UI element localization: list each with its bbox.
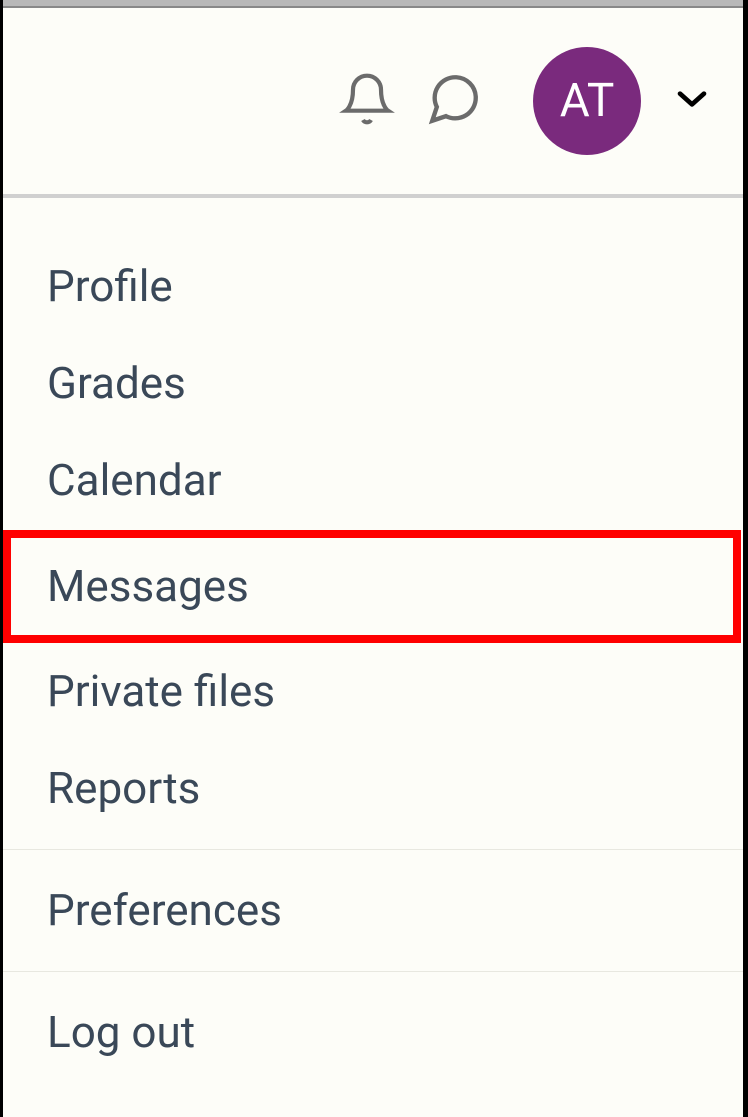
menu-item-private-files[interactable]: Private files [3,643,743,740]
user-avatar[interactable]: AT [533,47,641,155]
messages-button[interactable] [425,70,483,132]
menu-item-label: Calendar [47,454,222,506]
header-bar: AT [3,8,743,198]
menu-item-label: Reports [47,762,200,814]
speech-bubble-icon [425,70,483,132]
menu-item-label: Preferences [47,884,282,936]
menu-divider [3,849,743,850]
menu-divider [3,971,743,972]
bell-icon [339,71,395,131]
menu-item-label: Log out [47,1006,195,1058]
chevron-down-icon [676,94,708,113]
menu-item-label: Private files [47,665,275,717]
menu-item-label: Grades [47,357,186,409]
notifications-button[interactable] [339,71,395,131]
menu-item-label: Profile [47,260,173,312]
top-border [3,0,743,8]
user-menu-toggle[interactable] [676,89,708,113]
avatar-initials: AT [560,74,615,128]
user-dropdown-menu: Profile Grades Calendar Messages Private… [3,198,743,1082]
menu-item-messages[interactable]: Messages [3,530,741,643]
menu-item-preferences[interactable]: Preferences [3,862,743,959]
menu-item-label: Messages [47,560,249,612]
menu-item-profile[interactable]: Profile [3,238,743,335]
menu-item-logout[interactable]: Log out [3,984,743,1081]
menu-item-grades[interactable]: Grades [3,335,743,432]
menu-item-reports[interactable]: Reports [3,740,743,837]
menu-item-calendar[interactable]: Calendar [3,432,743,529]
